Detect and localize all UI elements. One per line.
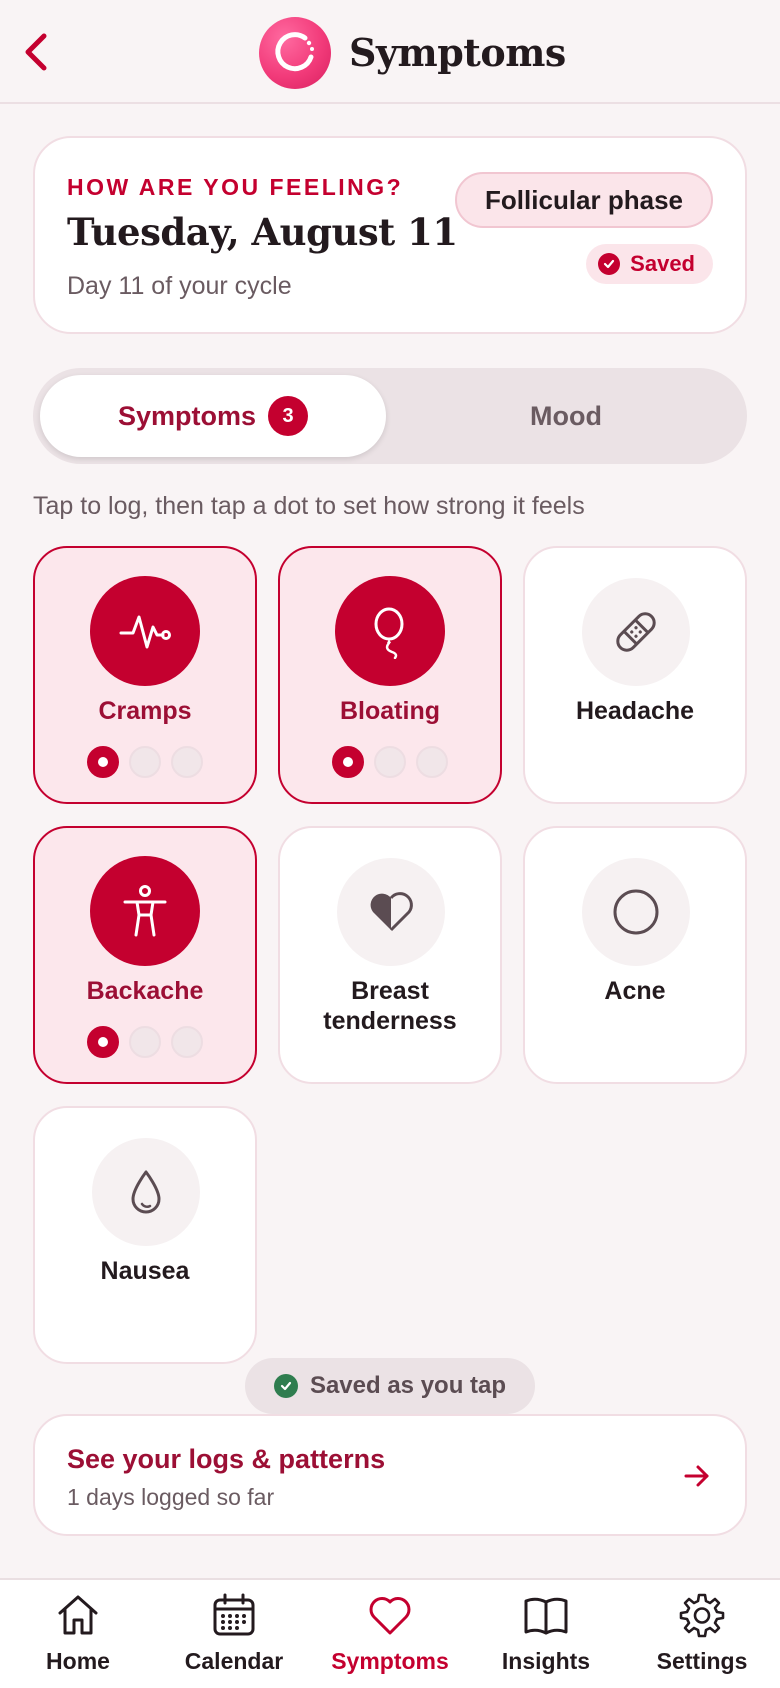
intensity-dot-1[interactable] bbox=[332, 746, 364, 778]
nav-home[interactable]: Home bbox=[0, 1590, 156, 1686]
intensity-dot-3[interactable] bbox=[171, 746, 203, 778]
calendar-icon bbox=[209, 1590, 259, 1640]
nav-label: Settings bbox=[656, 1648, 748, 1674]
intensity-dots bbox=[332, 746, 448, 778]
nav-symptoms[interactable]: Symptoms bbox=[312, 1590, 468, 1686]
nav-insights[interactable]: Insights bbox=[468, 1590, 624, 1686]
logo-ring-icon bbox=[275, 32, 314, 72]
tab-symptoms-label: Symptoms bbox=[117, 400, 257, 431]
symptom-tile-cramps[interactable]: Cramps bbox=[33, 546, 257, 804]
intensity-dot-1[interactable] bbox=[87, 746, 119, 778]
app-header: Symptoms bbox=[0, 0, 780, 104]
symptom-label: Bloating bbox=[340, 697, 440, 725]
balloon-icon bbox=[335, 576, 445, 686]
nav-label: Symptoms bbox=[331, 1648, 449, 1674]
droplet-icon bbox=[92, 1138, 200, 1246]
saved-badge: Saved bbox=[586, 244, 713, 284]
back-button[interactable] bbox=[8, 24, 64, 80]
logs-title: See your logs & patterns bbox=[67, 1444, 386, 1474]
symptom-label: Cramps bbox=[98, 697, 192, 725]
cycle-day-text: Day 11 of your cycle bbox=[67, 272, 292, 300]
nav-settings[interactable]: Settings bbox=[624, 1590, 780, 1686]
nav-label: Calendar bbox=[184, 1648, 284, 1674]
instruction-text: Tap to log, then tap a dot to set how st… bbox=[33, 492, 585, 520]
logs-subtitle: 1 days logged so far bbox=[67, 1484, 275, 1510]
book-icon bbox=[521, 1590, 571, 1640]
pulse-icon bbox=[90, 576, 200, 686]
nav-calendar[interactable]: Calendar bbox=[156, 1590, 312, 1686]
symptom-tile-acne[interactable]: Acne bbox=[523, 826, 747, 1084]
check-icon bbox=[598, 253, 621, 275]
symptom-label: Nausea bbox=[100, 1257, 190, 1285]
symptom-mood-tabs: Symptoms 3 Mood bbox=[33, 368, 747, 464]
check-icon bbox=[273, 1374, 298, 1398]
bandage-icon bbox=[582, 578, 690, 686]
symptom-label: Backache bbox=[86, 977, 204, 1005]
autosave-label: Saved as you tap bbox=[309, 1372, 507, 1399]
half-heart-icon bbox=[337, 858, 445, 966]
symptom-tile-backache[interactable]: Backache bbox=[33, 826, 257, 1084]
arrow-right-icon bbox=[684, 1465, 709, 1487]
heart-icon bbox=[365, 1590, 415, 1640]
intensity-dot-2[interactable] bbox=[129, 746, 161, 778]
saved-label: Saved bbox=[630, 251, 695, 276]
chevron-left-icon bbox=[25, 33, 47, 71]
symptom-label: Breast tenderness bbox=[323, 977, 457, 1035]
logs-patterns-card[interactable]: See your logs & patterns 1 days logged s… bbox=[33, 1414, 747, 1536]
intensity-dot-1[interactable] bbox=[87, 1026, 119, 1058]
app-logo bbox=[259, 17, 331, 89]
symptom-label: Acne bbox=[604, 977, 666, 1005]
symptom-tile-bloating[interactable]: Bloating bbox=[278, 546, 502, 804]
date-card: HOW ARE YOU FEELING? Tuesday, August 11 … bbox=[33, 136, 747, 334]
symptom-tile-nausea[interactable]: Nausea bbox=[33, 1106, 257, 1364]
symptom-tile-headache[interactable]: Headache bbox=[523, 546, 747, 804]
symptoms-count-badge: 3 bbox=[268, 396, 309, 436]
phase-pill: Follicular phase bbox=[455, 172, 713, 228]
circle-icon bbox=[582, 858, 690, 966]
bottom-nav: Home Calendar Symptoms Insights Settings bbox=[0, 1578, 780, 1688]
tab-mood-label: Mood bbox=[530, 400, 602, 431]
symptom-tile-breast-tenderness[interactable]: Breast tenderness bbox=[278, 826, 502, 1084]
intensity-dots bbox=[87, 746, 203, 778]
page-title: Symptoms bbox=[349, 30, 566, 75]
symptom-label: Headache bbox=[575, 697, 695, 725]
feeling-eyebrow: HOW ARE YOU FEELING? bbox=[67, 174, 404, 200]
intensity-dot-3[interactable] bbox=[416, 746, 448, 778]
intensity-dots bbox=[87, 1026, 203, 1058]
intensity-dot-2[interactable] bbox=[374, 746, 406, 778]
nav-label: Insights bbox=[501, 1648, 591, 1674]
tab-mood[interactable]: Mood bbox=[393, 375, 739, 457]
body-icon bbox=[90, 856, 200, 966]
home-icon bbox=[53, 1590, 103, 1640]
intensity-dot-3[interactable] bbox=[171, 1026, 203, 1058]
gear-icon bbox=[677, 1590, 727, 1640]
phase-label: Follicular phase bbox=[485, 184, 683, 215]
autosave-note: Saved as you tap bbox=[245, 1358, 535, 1414]
intensity-dot-2[interactable] bbox=[129, 1026, 161, 1058]
nav-label: Home bbox=[46, 1648, 110, 1674]
date-heading: Tuesday, August 11 bbox=[67, 210, 458, 254]
tab-symptoms[interactable]: Symptoms 3 bbox=[40, 375, 386, 457]
